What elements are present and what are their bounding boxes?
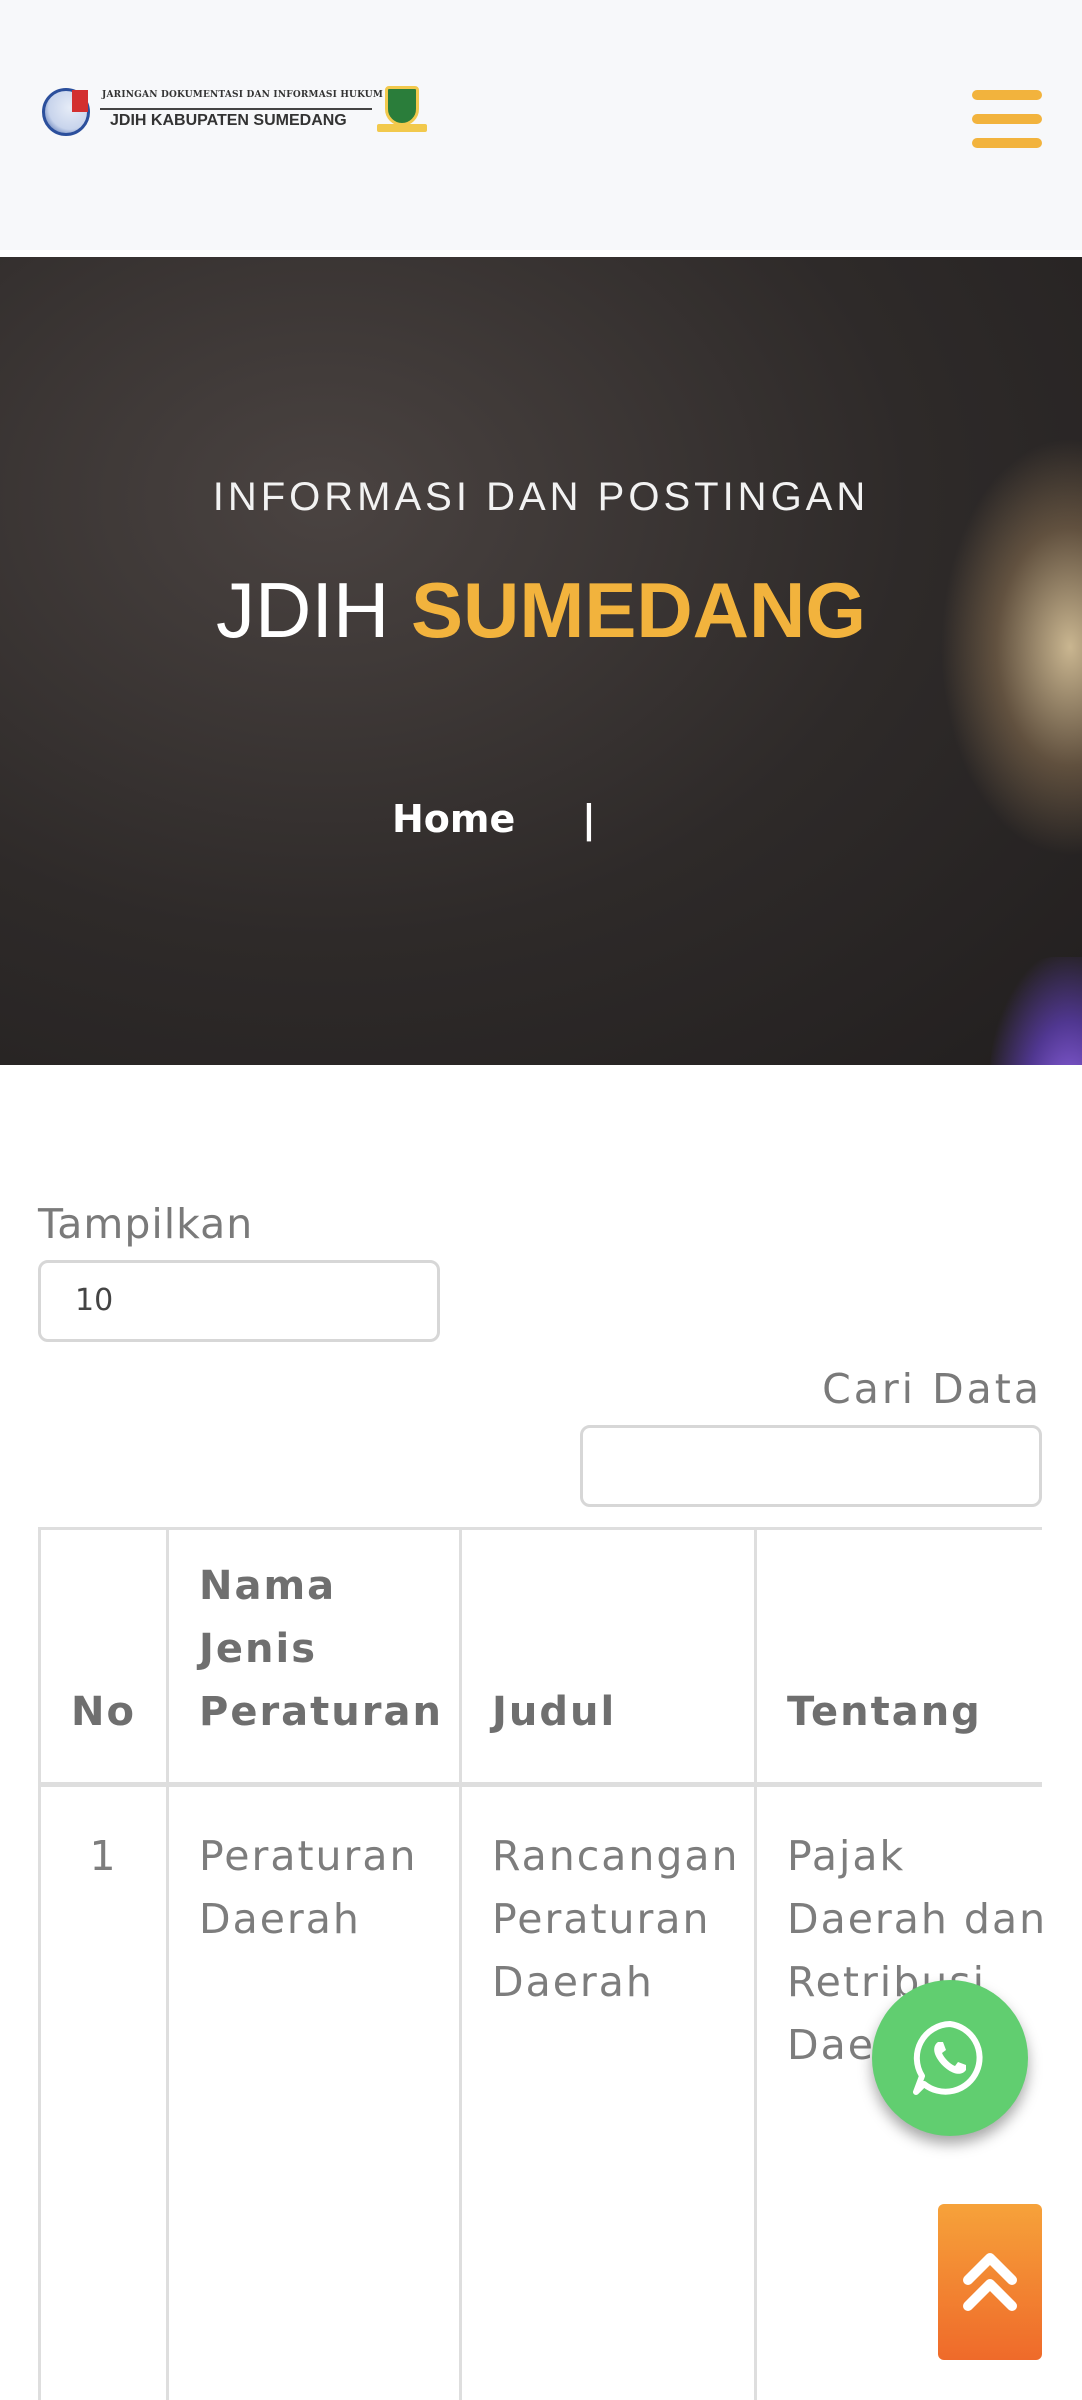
whatsapp-icon (913, 2021, 983, 2095)
breadcrumb-separator: | (582, 797, 596, 841)
cell-nama-jenis-peraturan: Peraturan Daerah (166, 1784, 462, 2400)
hero-title-plain: JDIH (215, 566, 390, 654)
show-entries-label: Tampilkan (38, 1200, 254, 1248)
regulations-table: No Nama Jenis Peraturan Judul Tentang 1 … (38, 1527, 1042, 2400)
back-to-top-button[interactable] (938, 2204, 1042, 2360)
site-logo[interactable]: JARINGAN DOKUMENTASI DAN INFORMASI HUKUM… (42, 84, 432, 140)
logo-big-text: JDIH KABUPATEN SUMEDANG (110, 112, 347, 129)
hero-title-accent: SUMEDANG (411, 566, 867, 654)
column-header-judul[interactable]: Judul (459, 1528, 757, 1785)
regency-seal-icon (377, 86, 427, 136)
column-header-tentang[interactable]: Tentang (754, 1528, 1042, 1785)
table-header-row: No Nama Jenis Peraturan Judul Tentang (38, 1528, 1042, 1785)
show-entries-select[interactable]: 10 (38, 1260, 440, 1342)
hamburger-menu-icon[interactable] (972, 90, 1042, 154)
site-header: JARINGAN DOKUMENTASI DAN INFORMASI HUKUM… (0, 0, 1082, 250)
hero-purple-glow (990, 957, 1082, 1065)
logo-divider (100, 108, 372, 110)
hero-banner: INFORMASI DAN POSTINGAN JDIH SUMEDANG Ho… (0, 257, 1082, 1065)
logo-small-text: JARINGAN DOKUMENTASI DAN INFORMASI HUKUM (102, 90, 384, 100)
hero-title: JDIH SUMEDANG (0, 565, 1082, 656)
search-input[interactable] (580, 1425, 1042, 1507)
column-header-nama-jenis-peraturan[interactable]: Nama Jenis Peraturan (166, 1528, 462, 1785)
search-label: Cari Data (822, 1365, 1042, 1413)
flag-logo-icon (72, 90, 88, 112)
double-chevron-up-icon (963, 2253, 1017, 2311)
hero-subtitle: INFORMASI DAN POSTINGAN (212, 475, 870, 519)
cell-judul: Rancangan Peraturan Daerah (459, 1784, 757, 2400)
column-header-no[interactable]: No (38, 1528, 169, 1785)
breadcrumb-home-link[interactable]: Home (392, 797, 515, 841)
whatsapp-button[interactable] (872, 1980, 1028, 2136)
cell-no: 1 (38, 1784, 169, 2400)
regulations-table-wrapper[interactable]: No Nama Jenis Peraturan Judul Tentang 1 … (38, 1527, 1042, 2400)
